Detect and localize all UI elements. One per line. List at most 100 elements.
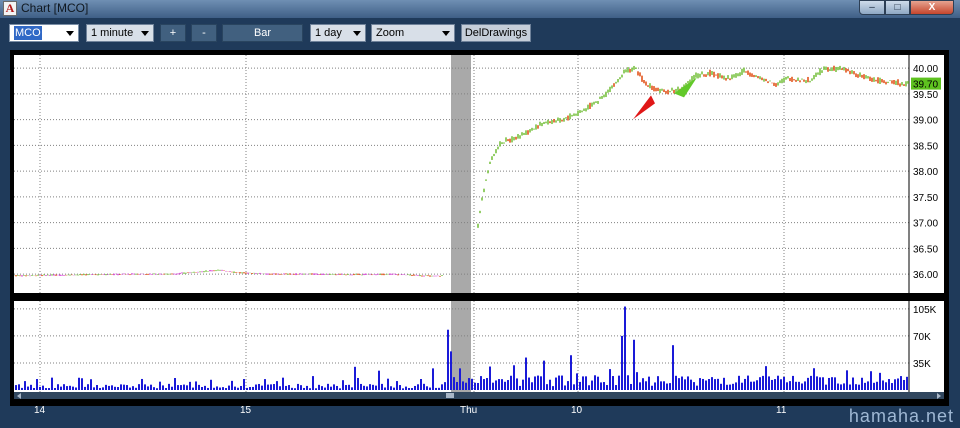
window-controls: – □ X (859, 0, 954, 16)
volume-bar (582, 376, 584, 390)
chart-type-button[interactable]: Bar (222, 24, 303, 42)
volume-bar (237, 387, 239, 390)
zoom-in-button[interactable]: + (160, 24, 186, 42)
volume-tick-label: 35K (913, 359, 931, 370)
volume-bar (162, 385, 164, 390)
price-tick-label: 36.50 (913, 244, 938, 255)
volume-bar (105, 384, 107, 390)
price-tick-label: 40.00 (913, 64, 938, 75)
volume-bar (402, 388, 404, 390)
price-chart[interactable]: 40.00 39.50 39.00 38.50 38.00 37.50 37.00 36.50… (14, 55, 944, 293)
period-select[interactable]: 1 day (310, 24, 366, 42)
volume-bar (591, 380, 593, 390)
volume-bar (399, 385, 401, 390)
mode-select[interactable]: Zoom (371, 24, 455, 42)
scroll-right-arrow-icon[interactable] (934, 392, 944, 399)
volume-bar (129, 387, 131, 390)
volume-bar (735, 382, 737, 390)
volume-bar (81, 378, 83, 390)
volume-bar (135, 387, 137, 390)
volume-bar (540, 376, 542, 390)
volume-bar (249, 387, 251, 390)
volume-bar (708, 379, 710, 390)
volume-bar (15, 385, 17, 390)
volume-bar (258, 383, 260, 390)
price-tick-label: 36.00 (913, 270, 938, 281)
volume-bar (93, 387, 95, 390)
volume-bar (312, 376, 314, 390)
volume-bar (435, 387, 437, 390)
volume-bar (336, 385, 338, 390)
del-drawings-button[interactable]: DelDrawings (461, 24, 531, 42)
volume-bar (459, 368, 461, 390)
volume-bar (756, 380, 758, 390)
volume-bar (381, 383, 383, 390)
last-price-label: 39.70 (913, 80, 938, 91)
close-button[interactable]: X (910, 0, 954, 15)
scroll-thumb[interactable] (446, 393, 454, 398)
volume-bar (192, 387, 194, 390)
volume-bar (705, 380, 707, 390)
volume-bar (273, 384, 275, 390)
volume-bar (684, 379, 686, 390)
volume-bar (426, 386, 428, 390)
chart-scrollbar[interactable] (14, 392, 944, 399)
volume-bar (744, 378, 746, 390)
volume-bar (576, 373, 578, 390)
volume-bar (417, 384, 419, 390)
volume-bar (624, 306, 626, 390)
maximize-button[interactable]: □ (885, 0, 910, 15)
volume-bar (72, 386, 74, 390)
volume-bar (174, 378, 176, 390)
volume-bar (810, 375, 812, 390)
volume-bar (288, 385, 290, 390)
volume-bar (573, 384, 575, 390)
volume-bar (321, 386, 323, 390)
volume-bar (330, 386, 332, 390)
volume-bar (423, 383, 425, 390)
volume-bar (294, 388, 296, 390)
volume-bar (720, 383, 722, 390)
zoom-out-button[interactable]: - (191, 24, 217, 42)
volume-bar (477, 382, 479, 390)
x-tick-label: 10 (571, 405, 583, 416)
volume-bar (207, 387, 209, 390)
volume-bar (807, 377, 809, 390)
volume-bar (681, 376, 683, 390)
volume-bar (726, 384, 728, 390)
volume-bar (240, 385, 242, 390)
volume-bar (861, 377, 863, 390)
volume-bar (783, 376, 785, 390)
volume-bar (714, 379, 716, 390)
volume-bar (717, 378, 719, 390)
volume-bar (609, 369, 611, 390)
volume-bar (789, 381, 791, 390)
volume-bar (795, 381, 797, 390)
volume-bar (171, 386, 173, 390)
app-logo-icon: A (3, 1, 17, 16)
volume-bar (855, 384, 857, 390)
scroll-left-arrow-icon[interactable] (14, 392, 24, 399)
volume-bar (768, 376, 770, 390)
window-title-bar[interactable]: A Chart [MCO] – □ X (0, 0, 960, 18)
interval-select[interactable]: 1 minute (86, 24, 154, 42)
volume-bar (393, 387, 395, 390)
volume-bar (447, 329, 449, 390)
volume-bar (471, 378, 473, 390)
volume-bar (186, 385, 188, 390)
volume-bar (42, 385, 44, 390)
volume-bar (900, 376, 902, 390)
volume-chart[interactable]: 105K 70K 35K (14, 301, 944, 392)
volume-bar (57, 384, 59, 390)
volume-bar (906, 376, 908, 390)
volume-bar (342, 380, 344, 390)
volume-bar (126, 385, 128, 390)
volume-bar (543, 360, 545, 390)
volume-bar (873, 382, 875, 390)
volume-bar (315, 388, 317, 390)
volume-bar (63, 384, 65, 390)
volume-bar (759, 377, 761, 390)
symbol-select[interactable]: MCO (9, 24, 79, 42)
volume-bar (897, 378, 899, 390)
minimize-button[interactable]: – (859, 0, 885, 15)
